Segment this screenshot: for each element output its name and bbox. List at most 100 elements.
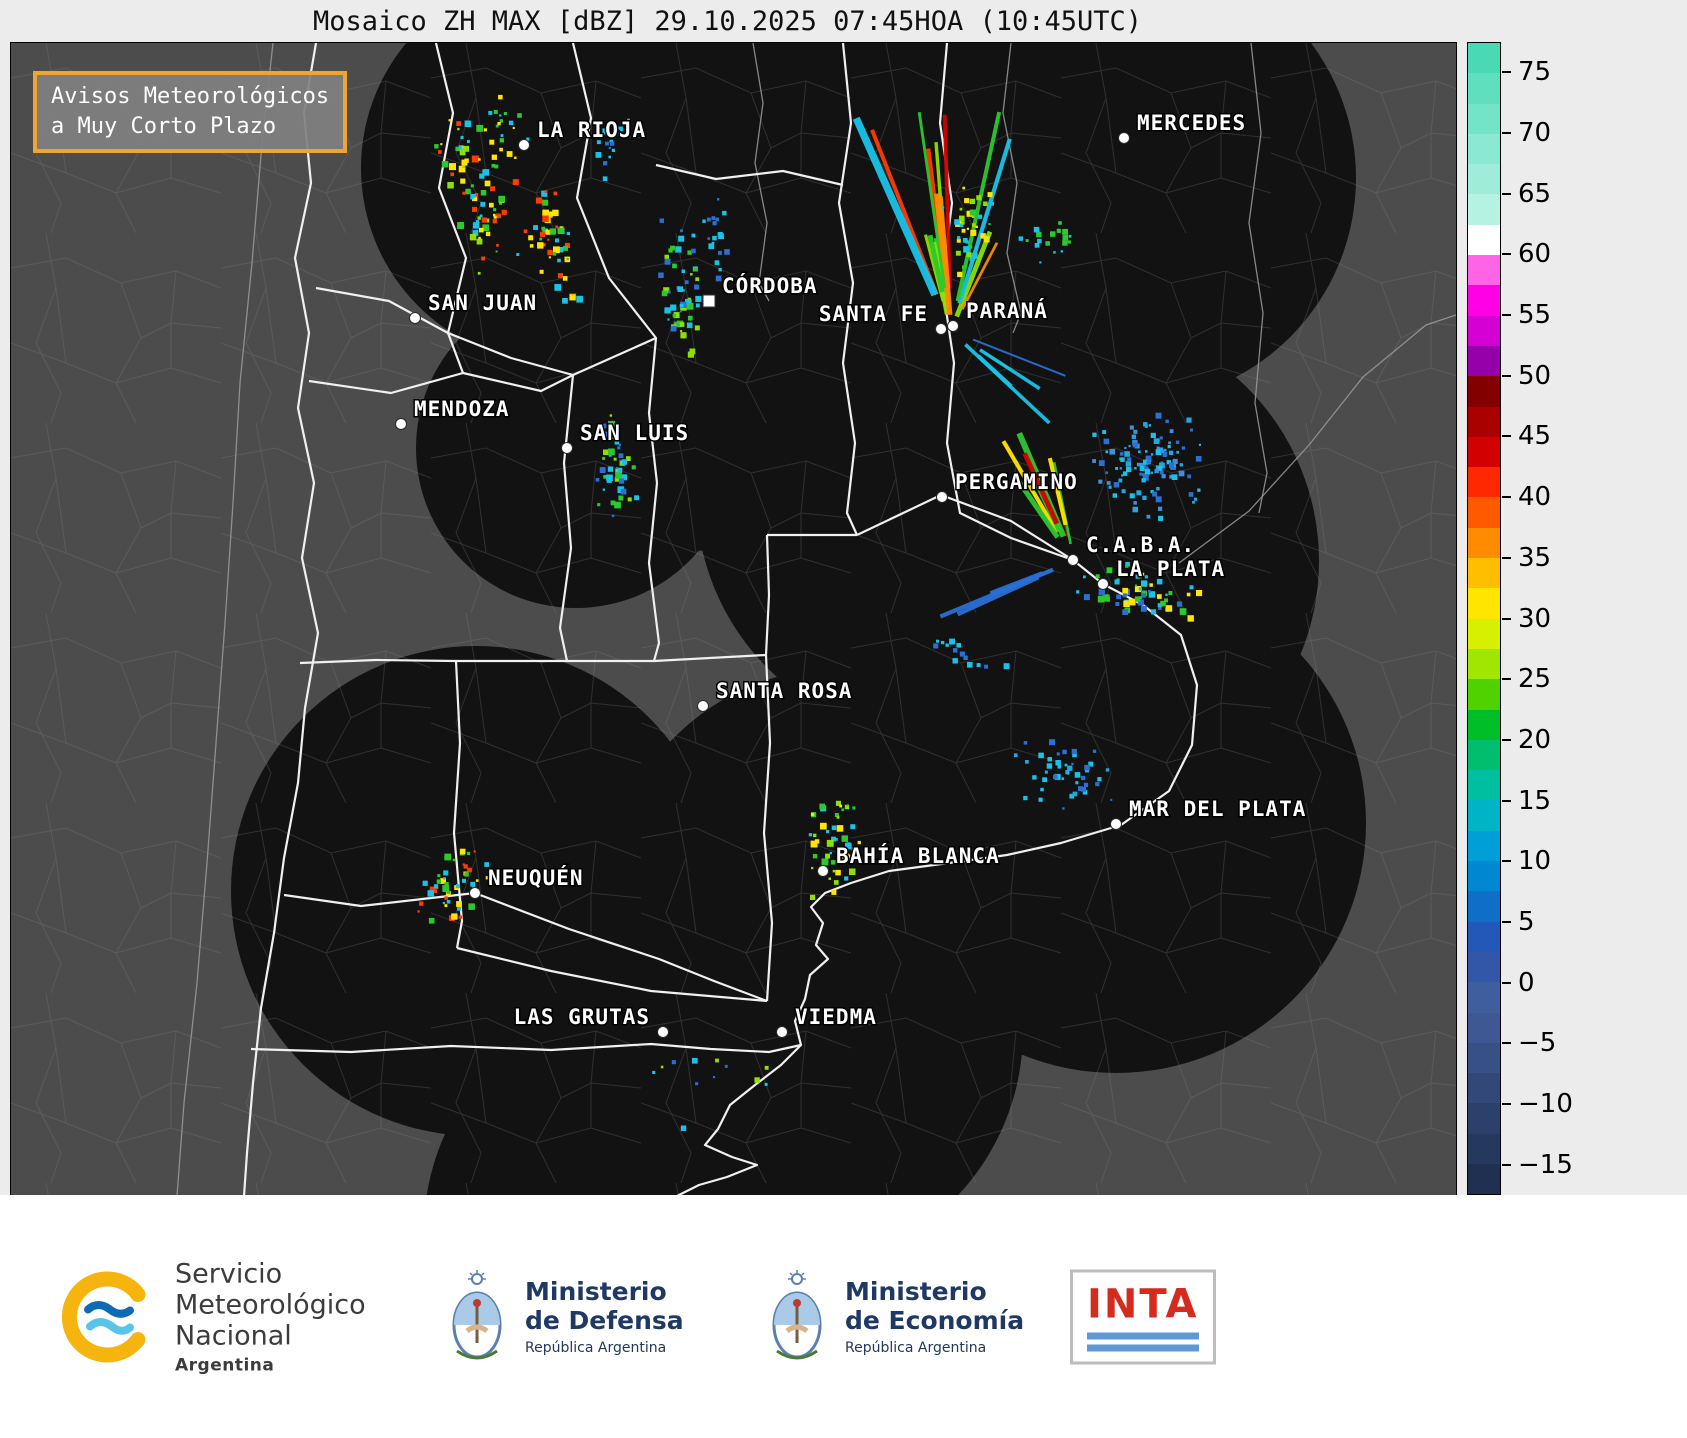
radar-echo [512, 126, 515, 129]
radar-echo [496, 213, 501, 219]
alert-box[interactable]: Avisos Meteorológicos a Muy Corto Plazo [33, 71, 348, 153]
radar-echo [1124, 446, 1127, 449]
radar-echo [1058, 221, 1062, 225]
radar-echo [1045, 241, 1050, 246]
radar-echo [1112, 493, 1117, 498]
radar-echo [618, 453, 624, 459]
radar-echo [1095, 782, 1100, 787]
colorbar-tick-65: 65 [1502, 179, 1551, 209]
radar-echo [1056, 228, 1061, 233]
radar-echo [613, 457, 617, 461]
colorbar-band [1468, 345, 1500, 377]
radar-echo [1146, 460, 1150, 464]
radar-echo [599, 467, 606, 473]
colorbar-tick-0: 0 [1502, 968, 1535, 998]
radar-echo [466, 851, 471, 856]
radar-echo [462, 165, 466, 168]
radar-echo [954, 219, 960, 225]
radar-echo [449, 163, 456, 171]
colorbar-band [1468, 194, 1500, 225]
radar-echo [941, 206, 945, 209]
radar-echo [516, 253, 520, 256]
defensa-title-line2: de Defensa [525, 1306, 684, 1335]
radar-echo [1062, 240, 1068, 246]
radar-echo [1110, 798, 1113, 801]
radar-echo [949, 638, 955, 645]
radar-echo [712, 1076, 716, 1079]
radar-echo [617, 467, 623, 473]
radar-echo [970, 229, 977, 236]
radar-echo [1189, 585, 1194, 590]
radar-echo [608, 155, 611, 159]
city-marker-c-rdoba [702, 294, 716, 308]
radar-echo [975, 246, 979, 250]
city-marker-pergamino [936, 491, 948, 503]
radar-echo [1181, 446, 1186, 450]
colorbar-band [1468, 43, 1500, 74]
radar-echo [610, 141, 615, 146]
radar-echo [844, 876, 849, 881]
city-marker-san-luis [561, 442, 573, 454]
radar-echo [695, 277, 700, 282]
radar-echo [1125, 461, 1131, 467]
radar-echo [595, 478, 600, 482]
city-label-c-a-b-a-: C.A.B.A. [1086, 533, 1195, 557]
argentina-coat-of-arms-icon [772, 1269, 822, 1359]
radar-echo [1187, 615, 1194, 622]
radar-echo [1072, 791, 1078, 797]
radar-echo [1108, 485, 1112, 489]
radar-echo [480, 201, 486, 207]
radar-echo [690, 273, 693, 276]
radar-echo [468, 903, 475, 910]
radar-echo [597, 503, 601, 507]
radar-echo [1105, 471, 1109, 474]
radar-echo [1156, 487, 1160, 491]
colorbar-band [1468, 648, 1500, 680]
radar-echo [990, 201, 994, 206]
radar-echo [529, 244, 534, 248]
colorbar-tick-75: 75 [1502, 57, 1551, 87]
radar-echo [1076, 590, 1080, 594]
radar-echo [764, 1082, 768, 1086]
radar-echo [595, 152, 602, 158]
radar-echo [602, 176, 608, 181]
radar-echo [695, 295, 702, 302]
radar-echo [945, 643, 949, 647]
radar-echo [964, 198, 970, 204]
radar-echo [694, 325, 700, 331]
radar-echo [691, 233, 696, 238]
radar-echo [1179, 463, 1183, 467]
radar-echo [764, 1065, 769, 1070]
radar-echo [969, 209, 976, 216]
radar-echo [1025, 760, 1029, 764]
radar-echo [1178, 470, 1185, 477]
radar-echo [1127, 457, 1132, 462]
radar-echo [966, 252, 972, 257]
radar-echo [489, 139, 495, 145]
radar-echo [436, 879, 442, 884]
radar-echo [810, 894, 816, 900]
radar-echo [831, 825, 837, 831]
radar-echo [457, 127, 460, 131]
radar-echo [1122, 593, 1127, 598]
radar-echo [1163, 448, 1167, 452]
radar-echo [1162, 453, 1167, 457]
radar-echo [631, 465, 636, 470]
radar-echo [452, 858, 456, 862]
radar-echo [1083, 594, 1090, 601]
radar-echo [1098, 460, 1105, 466]
colorbar-band [1468, 558, 1500, 589]
radar-echo [627, 497, 632, 502]
radar-echo [499, 138, 504, 143]
radar-echo [1154, 468, 1159, 474]
radar-echo [419, 901, 424, 906]
smn-name-line2: Meteorológico [175, 1289, 366, 1320]
radar-echo [609, 414, 613, 417]
colorbar-band [1468, 285, 1500, 316]
radar-echo [557, 258, 561, 263]
radar-echo [472, 222, 480, 229]
radar-echo [957, 271, 963, 278]
radar-echo [552, 252, 557, 256]
radar-echo [1038, 752, 1044, 759]
radar-echo [1062, 234, 1069, 241]
